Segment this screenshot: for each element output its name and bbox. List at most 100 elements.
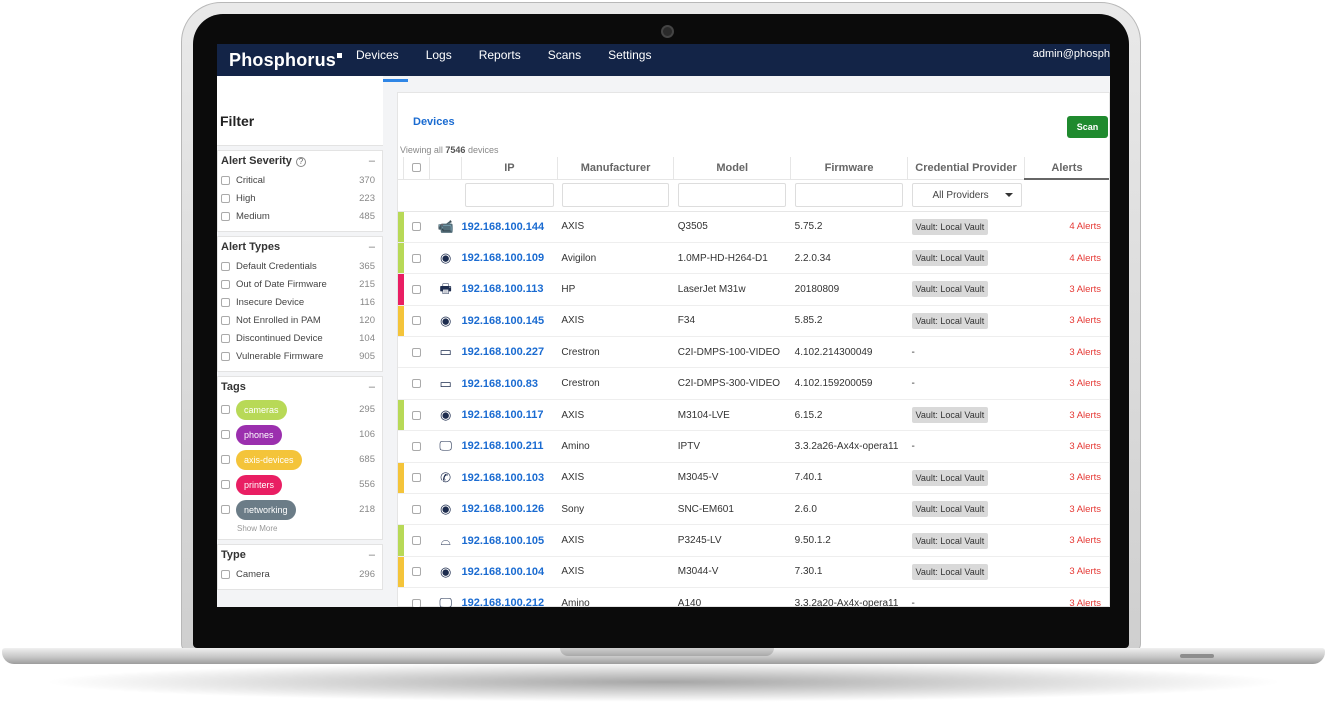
nav-devices[interactable]: Devices xyxy=(347,44,408,82)
table-row[interactable]: ▭ 192.168.100.227 Crestron C2I-DMPS-100-VID… xyxy=(398,336,1109,369)
table-row[interactable]: 📹 192.168.100.144 AXIS Q3505 5.75.2 Vault: Lo… xyxy=(398,211,1109,243)
alerts-link[interactable]: 3 Alerts xyxy=(1024,462,1109,495)
row-checkbox[interactable] xyxy=(412,316,422,326)
tag-pill[interactable]: cameras xyxy=(236,399,287,420)
tag-pill[interactable]: printers xyxy=(236,474,283,495)
alerts-link[interactable]: 3 Alerts xyxy=(1024,367,1109,400)
ip-link[interactable]: 192.168.100.227 xyxy=(461,336,558,369)
column-header-firmware[interactable]: Firmware xyxy=(790,157,909,180)
row-checkbox[interactable] xyxy=(412,347,422,357)
ip-filter-input[interactable] xyxy=(465,183,554,207)
filter-option[interactable]: Out of Date Firmware 215 xyxy=(221,275,379,293)
ip-link[interactable]: 192.168.100.113 xyxy=(461,273,558,306)
table-row[interactable]: ✆ 192.168.100.103 AXIS M3045-V 7.40.1 Vault: … xyxy=(398,462,1109,495)
tag-pill[interactable]: phones xyxy=(236,424,282,445)
row-checkbox[interactable] xyxy=(412,504,422,514)
tag-option[interactable]: cameras 295 xyxy=(221,397,379,422)
table-row[interactable]: ◉ 192.168.100.117 AXIS M3104-LVE 6.15.2 Vault… xyxy=(398,399,1109,432)
user-menu[interactable]: admin@phosph xyxy=(1033,48,1110,60)
filter-option[interactable]: Vulnerable Firmware 905 xyxy=(221,347,379,365)
row-checkbox[interactable] xyxy=(412,410,422,420)
row-checkbox[interactable] xyxy=(412,536,422,546)
row-checkbox[interactable] xyxy=(412,222,422,232)
devices-title[interactable]: Devices xyxy=(413,116,455,128)
ip-link[interactable]: 192.168.100.212 xyxy=(461,587,558,607)
alerts-link[interactable]: 3 Alerts xyxy=(1024,493,1109,526)
alerts-link[interactable]: 3 Alerts xyxy=(1024,556,1109,589)
alerts-link[interactable]: 3 Alerts xyxy=(1024,273,1109,306)
tag-checkbox[interactable] xyxy=(221,480,230,489)
filter-checkbox[interactable] xyxy=(221,175,230,185)
manufacturer-filter-input[interactable] xyxy=(562,183,670,207)
filter-checkbox[interactable] xyxy=(221,297,230,307)
tag-checkbox[interactable] xyxy=(221,405,230,414)
tag-option[interactable]: phones 106 xyxy=(221,422,379,447)
ip-link[interactable]: 192.168.100.104 xyxy=(461,556,558,589)
select-all-checkbox[interactable] xyxy=(412,163,422,173)
row-checkbox[interactable] xyxy=(412,379,422,389)
table-row[interactable]: 🖵 192.168.100.211 Amino IPTV 3.3.2a26-Ax4x-o… xyxy=(398,430,1109,463)
nav-reports[interactable]: Reports xyxy=(470,44,530,76)
firmware-filter-input[interactable] xyxy=(795,183,903,207)
tag-option[interactable]: axis-devices 685 xyxy=(221,447,379,472)
filter-option[interactable]: Camera 296 xyxy=(221,565,379,583)
table-row[interactable]: ⌓ 192.168.100.105 AXIS P3245-LV 9.50.1.2 Vaul… xyxy=(398,524,1109,557)
show-more-link[interactable]: Show More xyxy=(237,524,379,533)
column-header-model[interactable]: Model xyxy=(673,157,792,180)
ip-link[interactable]: 192.168.100.145 xyxy=(461,305,558,338)
alerts-link[interactable]: 3 Alerts xyxy=(1024,430,1109,463)
provider-filter-select[interactable]: All Providers xyxy=(911,183,1022,207)
filter-checkbox[interactable] xyxy=(221,315,230,325)
column-header-credential-provider[interactable]: Credential Provider xyxy=(907,157,1025,180)
ip-link[interactable]: 192.168.100.103 xyxy=(461,462,558,495)
filter-checkbox[interactable] xyxy=(221,569,230,579)
row-checkbox[interactable] xyxy=(412,284,422,294)
filter-option[interactable]: Medium 485 xyxy=(221,207,379,225)
ip-link[interactable]: 192.168.100.126 xyxy=(461,493,558,526)
filter-checkbox[interactable] xyxy=(221,351,230,361)
filter-option[interactable]: Default Credentials 365 xyxy=(221,257,379,275)
filter-checkbox[interactable] xyxy=(221,261,230,271)
info-icon[interactable]: ? xyxy=(295,157,306,167)
alerts-link[interactable]: 4 Alerts xyxy=(1024,211,1109,243)
column-header-ip[interactable]: IP xyxy=(461,157,558,180)
tag-checkbox[interactable] xyxy=(221,455,230,464)
alerts-link[interactable]: 4 Alerts xyxy=(1024,242,1109,275)
table-row[interactable]: ◉ 192.168.100.126 Sony SNC-EM601 2.6.0 Vault:… xyxy=(398,493,1109,526)
alerts-link[interactable]: 3 Alerts xyxy=(1024,524,1109,557)
collapse-button[interactable]: – xyxy=(369,155,375,167)
table-row[interactable]: 🖵 192.168.100.212 Amino A140 3.3.2a20-Ax4x-o… xyxy=(398,587,1109,607)
nav-logs[interactable]: Logs xyxy=(417,44,461,76)
row-checkbox[interactable] xyxy=(412,441,422,451)
column-header-alerts[interactable]: Alerts xyxy=(1024,157,1109,180)
table-row[interactable]: ◉ 192.168.100.104 AXIS M3044-V 7.30.1 Vault: … xyxy=(398,556,1109,589)
filter-option[interactable]: Critical 370 xyxy=(221,171,379,189)
row-checkbox[interactable] xyxy=(412,567,422,577)
alerts-link[interactable]: 3 Alerts xyxy=(1024,587,1109,607)
ip-link[interactable]: 192.168.100.83 xyxy=(461,367,558,400)
ip-link[interactable]: 192.168.100.117 xyxy=(461,399,558,432)
scan-button[interactable]: Scan xyxy=(1067,116,1108,138)
table-row[interactable]: ▭ 192.168.100.83 Crestron C2I-DMPS-300-VIDE… xyxy=(398,367,1109,400)
table-row[interactable]: 🖶 192.168.100.113 HP LaserJet M31w 20180809 V… xyxy=(398,273,1109,306)
filter-checkbox[interactable] xyxy=(221,333,230,343)
row-checkbox[interactable] xyxy=(412,253,422,263)
filter-option[interactable]: Not Enrolled in PAM 120 xyxy=(221,311,379,329)
tag-option[interactable]: printers 556 xyxy=(221,472,379,497)
ip-link[interactable]: 192.168.100.109 xyxy=(461,242,558,275)
row-checkbox[interactable] xyxy=(412,473,422,483)
tag-checkbox[interactable] xyxy=(221,430,230,439)
alerts-link[interactable]: 3 Alerts xyxy=(1024,336,1109,369)
alerts-link[interactable]: 3 Alerts xyxy=(1024,305,1109,338)
collapse-button[interactable]: – xyxy=(369,381,375,393)
filter-option[interactable]: Insecure Device 116 xyxy=(221,293,379,311)
filter-checkbox[interactable] xyxy=(221,193,230,203)
collapse-button[interactable]: – xyxy=(369,241,375,253)
tag-checkbox[interactable] xyxy=(221,505,230,514)
table-row[interactable]: ◉ 192.168.100.145 AXIS F34 5.85.2 Vault: Loca… xyxy=(398,305,1109,338)
tag-pill[interactable]: networking xyxy=(236,499,296,520)
model-filter-input[interactable] xyxy=(678,183,786,207)
nav-scans[interactable]: Scans xyxy=(539,44,590,76)
nav-settings[interactable]: Settings xyxy=(599,44,660,76)
ip-link[interactable]: 192.168.100.144 xyxy=(461,211,558,243)
